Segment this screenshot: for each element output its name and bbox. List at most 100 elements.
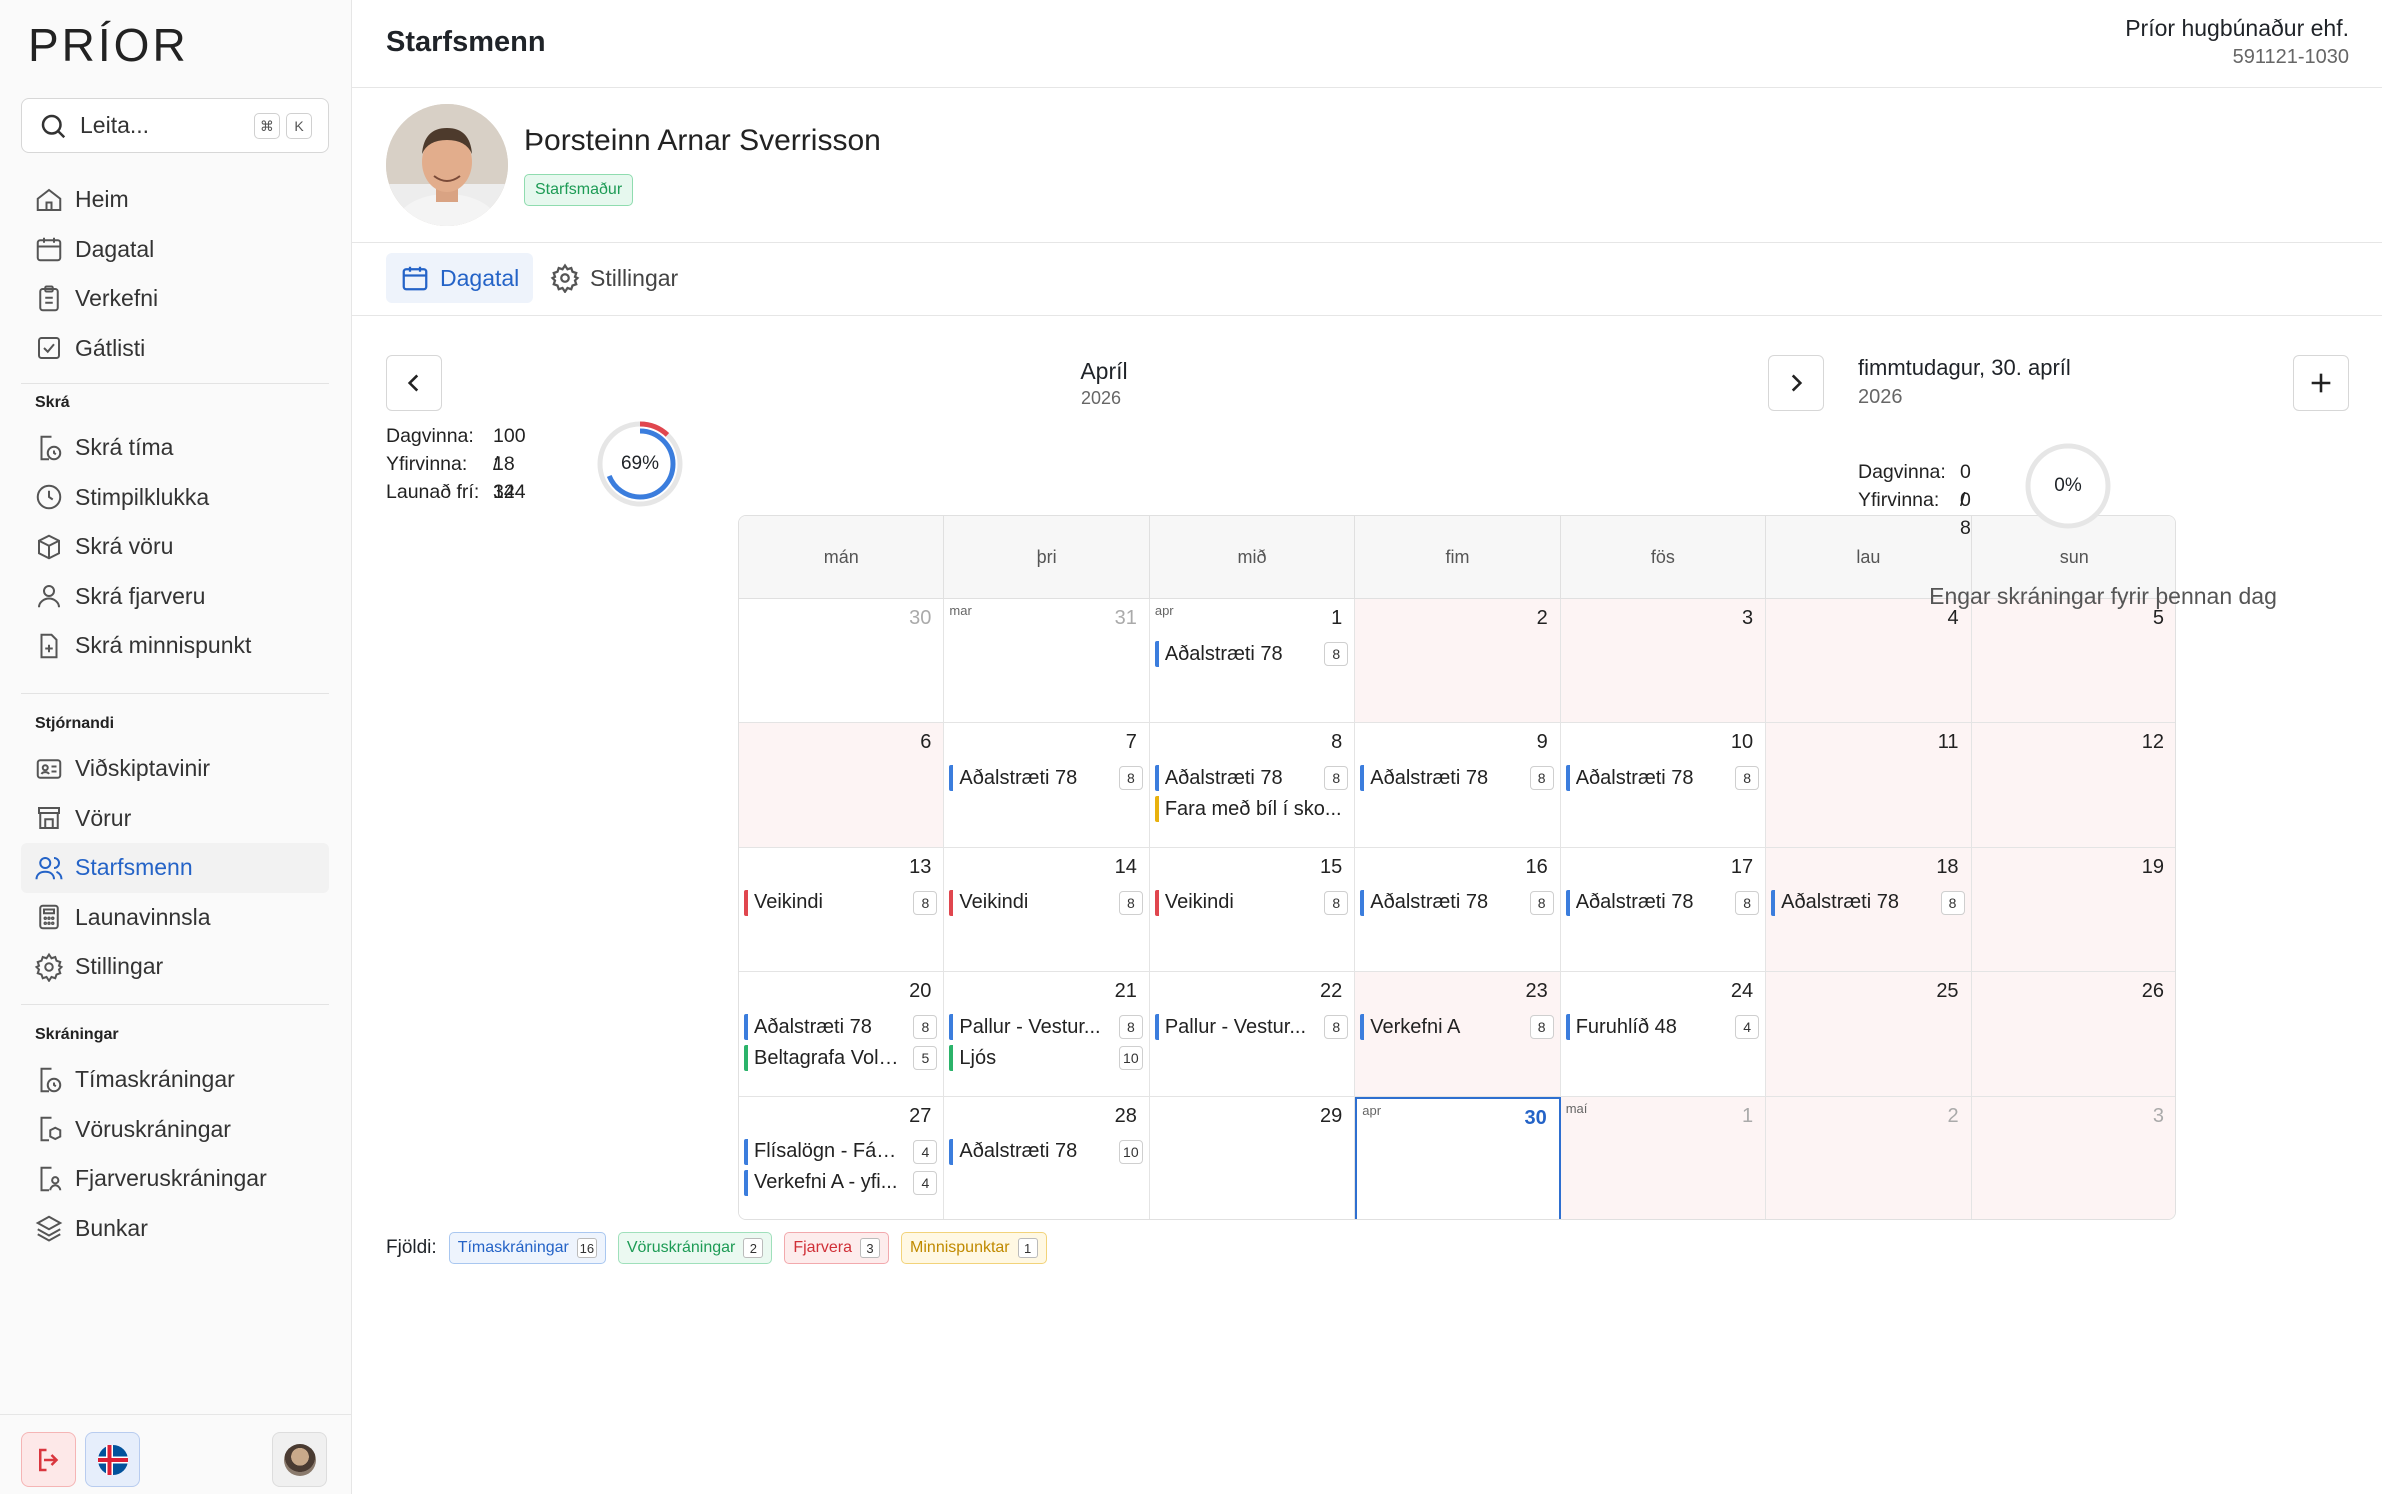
calendar-day-cell[interactable]: 27 Flísalögn - Fálk... 4 Verkefni A - yfi..… (739, 1096, 945, 1219)
calendar-event[interactable]: Aðalstræti 78 8 (744, 1014, 938, 1041)
calendar-event[interactable]: Veikindi 8 (949, 889, 1143, 916)
calendar-day-cell[interactable]: 11 (1766, 723, 1972, 848)
calendar-event[interactable]: Ljós 10 (949, 1045, 1143, 1072)
calendar-event[interactable]: Aðalstræti 78 10 (949, 1138, 1143, 1165)
sidebar-item-bunkar[interactable]: Bunkar (21, 1204, 329, 1254)
tab-dagatal[interactable]: Dagatal (386, 253, 534, 303)
year-label: 2026 (1080, 388, 1122, 408)
calendar-event[interactable]: Verkefni A - yfi... 4 (744, 1169, 938, 1196)
calendar-event[interactable]: Aðalstræti 78 8 (1154, 641, 1349, 667)
calendar-day-cell[interactable]: 4 (1766, 599, 1972, 724)
event-hours-badge: 8 (1324, 1015, 1349, 1040)
sidebar-item-dagatal[interactable]: Dagatal (21, 225, 329, 275)
sidebar-item-stimpilklukka[interactable]: Stimpilklukka (21, 473, 329, 523)
gear-icon (550, 263, 580, 293)
calendar-day-cell[interactable]: maí 1 (1560, 1096, 1767, 1219)
calendar-day-cell[interactable]: 14 Veikindi 8 (944, 847, 1150, 973)
sidebar-item-tímaskráningar[interactable]: Tímaskráningar (21, 1055, 329, 1105)
calendar-day-cell[interactable]: 2 (1766, 1096, 1972, 1219)
avatar (283, 1443, 316, 1476)
calendar-day-cell[interactable]: 20 Aðalstræti 78 8 Beltagrafa Volv... 5 (739, 972, 945, 1097)
calendar-day-cell[interactable]: 28 Aðalstræti 78 10 (944, 1096, 1150, 1219)
calendar-event[interactable]: Aðalstræti 78 8 (1154, 765, 1349, 792)
sidebar-item-vörur[interactable]: Vörur (21, 794, 329, 844)
calendar-event[interactable]: Verkefni A 8 (1360, 1014, 1554, 1041)
calendar-event[interactable]: Aðalstræti 78 8 (1360, 889, 1554, 916)
calendar-day-cell[interactable]: 13 Veikindi 8 (739, 847, 945, 973)
sidebar-item-skrá-minnispunkt[interactable]: Skrá minnispunkt (21, 621, 329, 671)
day-number: 19 (2141, 855, 2164, 878)
calendar-event[interactable]: Aðalstræti 78 8 (1771, 889, 1965, 916)
calendar-day-cell[interactable]: 23 Verkefni A 8 (1355, 972, 1561, 1097)
tab-stillingar[interactable]: Stillingar (536, 253, 692, 303)
sidebar-item-skrá-vöru[interactable]: Skrá vöru (21, 522, 329, 572)
calendar-day-cell[interactable]: mar 31 (944, 599, 1150, 724)
calendar-event[interactable]: Aðalstræti 78 8 (1360, 765, 1554, 792)
calendar-event[interactable]: Aðalstræti 78 8 (949, 765, 1143, 792)
calendar-day-cell[interactable]: 3 (1560, 599, 1767, 724)
sidebar-item-stillingar[interactable]: Stillingar (21, 942, 329, 992)
calendar-day-cell[interactable]: 24 Furuhlíð 48 4 (1560, 972, 1767, 1097)
event-hours-badge: 4 (1735, 1015, 1760, 1040)
calendar-day-cell[interactable]: 5 (1971, 599, 2175, 724)
calendar-day-cell[interactable]: 19 (1971, 847, 2175, 973)
calendar-day-cell[interactable]: 26 (1971, 972, 2175, 1097)
calendar-day-cell[interactable]: 30 (739, 599, 945, 724)
calendar-day-cell[interactable]: 7 Aðalstræti 78 8 (944, 723, 1150, 848)
calendar-day-cell[interactable]: 6 (739, 723, 945, 848)
calendar-day-cell[interactable]: apr 30 (1355, 1096, 1561, 1219)
calendar-event[interactable]: Veikindi 8 (744, 889, 938, 916)
sidebar-item-viðskiptavinir[interactable]: Viðskiptavinir (21, 744, 329, 794)
user-avatar-button[interactable] (272, 1432, 327, 1487)
event-hours-badge: 5 (913, 1046, 938, 1071)
calendar-event[interactable]: Pallur - Vestur... 8 (1154, 1014, 1349, 1041)
sidebar-item-fjarveruskráningar[interactable]: Fjarveruskráningar (21, 1154, 329, 1204)
calendar-event[interactable]: Beltagrafa Volv... 5 (744, 1045, 938, 1072)
sidebar-item-label: Skrá fjarveru (75, 582, 206, 609)
calendar-day-cell[interactable]: 25 (1766, 972, 1972, 1097)
event-title: Aðalstræti 78 (959, 1140, 1078, 1163)
sidebar-item-gátlisti[interactable]: Gátlisti (21, 324, 329, 374)
calendar-day-cell[interactable]: 15 Veikindi 8 (1149, 847, 1356, 973)
prev-month-button[interactable] (386, 355, 442, 411)
sidebar-item-skrá-tíma[interactable]: Skrá tíma (21, 423, 329, 473)
logo: PRÍOR (28, 19, 189, 71)
calendar-day-cell[interactable]: 29 (1149, 1096, 1356, 1219)
calendar-day-cell[interactable]: 3 (1971, 1096, 2175, 1219)
store-icon (38, 807, 60, 830)
language-button[interactable] (85, 1432, 140, 1487)
sidebar-item-starfsmenn[interactable]: Starfsmenn (21, 843, 329, 893)
calendar-day-cell[interactable]: 16 Aðalstræti 78 8 (1355, 847, 1561, 973)
event-hours-badge: 4 (913, 1139, 938, 1164)
calendar-day-cell[interactable]: apr 1 Aðalstræti 78 8 (1149, 599, 1356, 724)
calendar-day-cell[interactable]: 22 Pallur - Vestur... 8 (1149, 972, 1356, 1097)
search-input[interactable]: Leita... ⌘ K (21, 98, 329, 153)
calendar-event[interactable]: Pallur - Vestur... 8 (949, 1014, 1143, 1041)
sidebar-item-verkefni[interactable]: Verkefni (21, 274, 329, 324)
event-hours-badge: 8 (1118, 890, 1143, 915)
calendar-day-cell[interactable]: 21 Pallur - Vestur... 8 Ljós 10 (944, 972, 1150, 1097)
sidebar-item-label: Vörur (75, 804, 132, 831)
calendar-event[interactable]: Aðalstræti 78 8 (1565, 889, 1760, 916)
calendar-event[interactable]: Furuhlíð 48 4 (1565, 1014, 1760, 1041)
sidebar-item-heim[interactable]: Heim (21, 175, 329, 225)
calendar-day-cell[interactable]: 12 (1971, 723, 2175, 848)
sidebar-item-launavinnsla[interactable]: Launavinnsla (21, 893, 329, 943)
event-title: Fara með bíl í sko... (1164, 797, 1342, 820)
calendar-day-cell[interactable]: 2 (1355, 599, 1561, 724)
calendar-day-cell[interactable]: 18 Aðalstræti 78 8 (1766, 847, 1972, 973)
calendar-event[interactable]: Flísalögn - Fálk... 4 (744, 1138, 938, 1165)
add-entry-button[interactable] (2293, 355, 2349, 411)
calendar-event[interactable]: Fara með bíl í sko... (1154, 796, 1346, 823)
calendar-event[interactable]: Aðalstræti 78 8 (1565, 765, 1760, 792)
sidebar-item-vöruskráningar[interactable]: Vöruskráningar (21, 1105, 329, 1155)
next-month-button[interactable] (1768, 355, 1824, 411)
calendar-day-cell[interactable]: 10 Aðalstræti 78 8 (1560, 723, 1767, 848)
layers-icon (35, 1215, 63, 1242)
logout-button[interactable] (21, 1432, 76, 1487)
calendar-event[interactable]: Veikindi 8 (1154, 889, 1349, 916)
calendar-day-cell[interactable]: 8 Aðalstræti 78 8 Fara með bíl í sko... (1149, 723, 1356, 848)
calendar-day-cell[interactable]: 9 Aðalstræti 78 8 (1355, 723, 1561, 848)
calendar-day-cell[interactable]: 17 Aðalstræti 78 8 (1560, 847, 1767, 973)
sidebar-item-skrá-fjarveru[interactable]: Skrá fjarveru (21, 572, 329, 622)
